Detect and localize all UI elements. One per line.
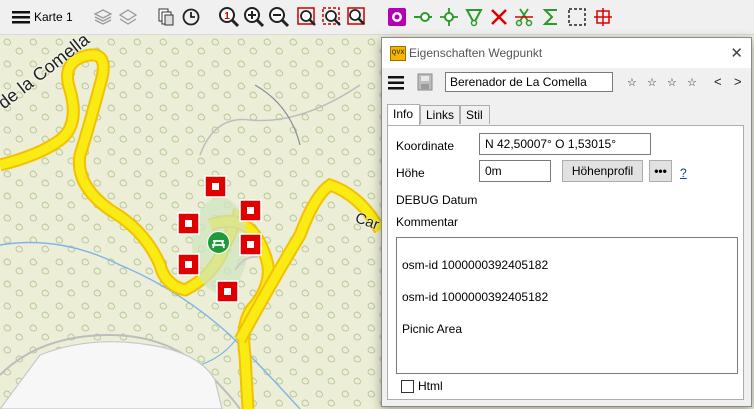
- zoom-out-icon[interactable]: [268, 5, 290, 29]
- zoom-select-icon[interactable]: [321, 5, 343, 29]
- debug-date-label: DEBUG Datum: [396, 193, 478, 207]
- history-icon[interactable]: [180, 5, 202, 29]
- filter-icon[interactable]: [463, 5, 485, 29]
- save-icon[interactable]: [417, 73, 433, 94]
- help-link[interactable]: ?: [680, 166, 687, 180]
- stack-icon[interactable]: [155, 5, 177, 29]
- sum-icon[interactable]: [540, 5, 562, 29]
- info-panel: Koordinate N 42,50007° O 1,53015° Höhe 0…: [387, 125, 744, 400]
- waypoint-header: ☆ ☆ ☆ ☆ < >: [382, 70, 751, 96]
- elevation-label: Höhe: [396, 166, 425, 180]
- svg-text:1: 1: [224, 11, 230, 22]
- tab-info[interactable]: Info: [387, 104, 420, 126]
- elevation-profile-button[interactable]: Höhenprofil: [562, 160, 643, 182]
- comment-area[interactable]: osm-id 1000000392405182 osm-id 100000039…: [396, 237, 738, 374]
- menu-icon[interactable]: [10, 5, 32, 29]
- app-logo-icon: QVX: [390, 46, 406, 61]
- cut-icon[interactable]: [513, 5, 535, 29]
- rating-star-2[interactable]: ☆: [647, 76, 657, 89]
- layers-icon[interactable]: [92, 5, 114, 29]
- route-icon[interactable]: [411, 5, 435, 29]
- layers-alt-icon[interactable]: [117, 5, 139, 29]
- zoom-rect-icon[interactable]: [296, 5, 318, 29]
- comment-line: osm-id 1000000392405182: [402, 290, 549, 304]
- coordinate-label: Koordinate: [396, 139, 455, 153]
- coordinate-field[interactable]: N 42,50007° O 1,53015°: [479, 133, 651, 155]
- tab-stil[interactable]: Stil: [460, 105, 490, 124]
- nav-prev-button[interactable]: <: [714, 74, 722, 89]
- dialog-titlebar[interactable]: QVX Eigenschaften Wegpunkt ✕: [382, 38, 751, 68]
- rating-star-3[interactable]: ☆: [667, 76, 677, 89]
- comment-line: osm-id 1000000392405182: [402, 258, 549, 272]
- crosshair-icon[interactable]: [592, 5, 614, 29]
- point-icon[interactable]: [438, 5, 460, 29]
- rating-star-1[interactable]: ☆: [627, 76, 637, 89]
- html-checkbox-label: Html: [418, 379, 443, 393]
- elevation-field[interactable]: 0m: [479, 160, 551, 182]
- zoom-fit-icon[interactable]: [346, 5, 368, 29]
- waypoint-name-input[interactable]: [445, 72, 613, 92]
- waypoint-icon[interactable]: [386, 5, 408, 29]
- waypoint-properties-dialog: QVX Eigenschaften Wegpunkt ✕ ☆ ☆ ☆ ☆ < >…: [381, 37, 752, 407]
- select-rect-icon[interactable]: [566, 5, 588, 29]
- delete-icon[interactable]: [488, 5, 510, 29]
- rating-star-4[interactable]: ☆: [687, 76, 697, 89]
- nav-next-button[interactable]: >: [734, 74, 742, 89]
- comment-label: Kommentar: [396, 215, 459, 229]
- tab-links[interactable]: Links: [420, 105, 460, 124]
- zoom-one-icon[interactable]: 1: [218, 5, 240, 29]
- zoom-in-icon[interactable]: [243, 5, 265, 29]
- html-checkbox[interactable]: [401, 380, 414, 393]
- menu-icon[interactable]: [388, 76, 404, 93]
- dialog-title: Eigenschaften Wegpunkt: [409, 46, 543, 60]
- comment-line: Picnic Area: [402, 322, 463, 336]
- close-icon[interactable]: ✕: [730, 44, 743, 62]
- more-button[interactable]: •••: [649, 160, 672, 182]
- picnic-icon[interactable]: [207, 231, 230, 254]
- main-toolbar: Karte 1 1: [0, 0, 754, 35]
- map-tab-label[interactable]: Karte 1: [34, 5, 73, 29]
